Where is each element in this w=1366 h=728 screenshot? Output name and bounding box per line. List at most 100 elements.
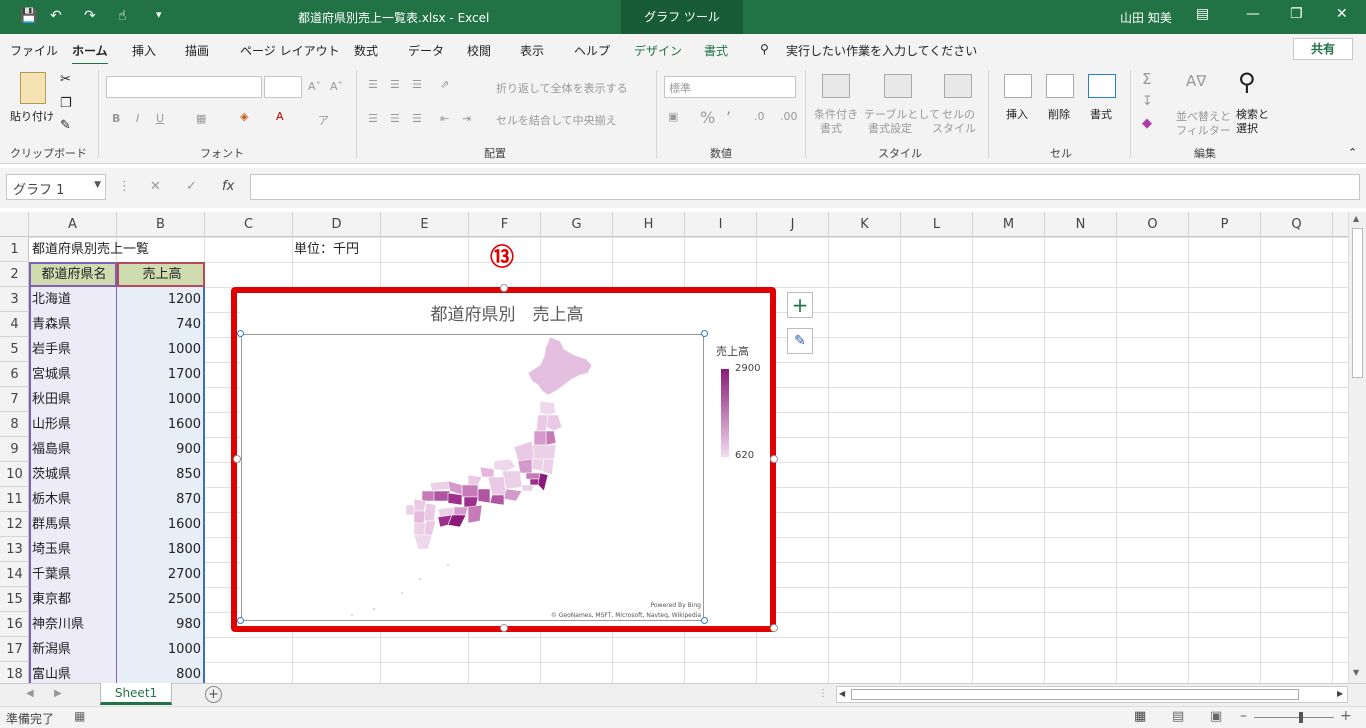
prefecture-cell[interactable]: 福島県 <box>29 437 116 462</box>
column-header[interactable]: P <box>1189 212 1261 237</box>
chart-styles-button[interactable]: ✎ <box>787 328 813 354</box>
insert-cells-icon[interactable] <box>1004 74 1032 98</box>
add-sheet-button[interactable]: + <box>205 686 222 703</box>
prefecture-cell[interactable]: 宮城県 <box>29 362 116 387</box>
align-left-icon[interactable]: ☰ <box>368 112 378 125</box>
shrink-font-icon[interactable]: Aˇ <box>330 80 343 93</box>
tab-data[interactable]: データ <box>408 42 444 59</box>
sales-cell[interactable]: 800 <box>117 662 204 683</box>
customize-qat-icon[interactable]: ▾ <box>156 8 162 21</box>
row-header[interactable]: 7 <box>0 387 29 412</box>
horizontal-scrollbar[interactable]: ◀ ▶ <box>836 686 1348 703</box>
phonetic-icon[interactable]: ア <box>318 112 329 128</box>
tab-home[interactable]: ホーム <box>72 42 108 65</box>
prefecture-cell[interactable]: 北海道 <box>29 287 116 312</box>
row-header[interactable]: 2 <box>0 262 29 287</box>
column-header[interactable]: I <box>685 212 757 237</box>
prefecture-cell[interactable]: 埼玉県 <box>29 537 116 562</box>
prefecture-cell[interactable]: 岩手県 <box>29 337 116 362</box>
tab-help[interactable]: ヘルプ <box>574 42 610 59</box>
tab-draw[interactable]: 描画 <box>185 42 209 59</box>
delete-cells-icon[interactable] <box>1046 74 1074 98</box>
paste-icon[interactable] <box>20 72 46 104</box>
row-header[interactable]: 4 <box>0 312 29 337</box>
copy-icon[interactable]: ❐ <box>60 96 72 111</box>
sales-cell[interactable]: 980 <box>117 612 204 637</box>
cell-styles-label-2[interactable]: スタイル <box>932 120 976 136</box>
scroll-left-icon[interactable]: ◀ <box>839 689 845 698</box>
sales-cell[interactable]: 1600 <box>117 412 204 437</box>
wrap-text-button[interactable]: 折り返して全体を表示する <box>496 80 628 96</box>
align-center-icon[interactable]: ☰ <box>390 112 400 125</box>
sheet-title-cell[interactable]: 都道府県別売上一覧 <box>29 237 209 262</box>
column-header[interactable]: A <box>29 212 117 237</box>
save-icon[interactable]: 💾 <box>20 8 37 24</box>
undo-icon[interactable]: ↶ <box>50 8 62 24</box>
column-header[interactable]: E <box>381 212 469 237</box>
sort-filter-label-2[interactable]: フィルター <box>1176 122 1231 138</box>
prefecture-cell[interactable]: 群馬県 <box>29 512 116 537</box>
grow-font-icon[interactable]: Aˆ <box>308 80 321 93</box>
prefecture-cell[interactable]: 神奈川県 <box>29 612 116 637</box>
scroll-thumb[interactable] <box>1352 228 1363 378</box>
column-header[interactable]: L <box>901 212 973 237</box>
column-header[interactable]: D <box>293 212 381 237</box>
sales-cell[interactable]: 1200 <box>117 287 204 312</box>
sales-cell[interactable]: 1800 <box>117 537 204 562</box>
collapse-ribbon-icon[interactable]: ⌃ <box>1348 146 1357 159</box>
sales-cell[interactable]: 2700 <box>117 562 204 587</box>
zoom-slider-thumb[interactable] <box>1299 712 1303 723</box>
prev-sheet-icon[interactable]: ◀ <box>26 688 34 699</box>
row-header[interactable]: 9 <box>0 437 29 462</box>
column-header[interactable]: M <box>973 212 1045 237</box>
decrease-indent-icon[interactable]: ⇤ <box>440 112 449 125</box>
tell-me-input[interactable]: 実行したい作業を入力してください <box>786 42 977 59</box>
prefecture-cell[interactable]: 東京都 <box>29 587 116 612</box>
autosum-icon[interactable]: Σ <box>1142 70 1151 88</box>
sales-cell[interactable]: 1600 <box>117 512 204 537</box>
prefecture-cell[interactable]: 栃木県 <box>29 487 116 512</box>
zoom-out-icon[interactable]: – <box>1240 708 1247 724</box>
conditional-format-label-2[interactable]: 書式 <box>820 120 842 136</box>
increase-indent-icon[interactable]: ⇥ <box>462 112 471 125</box>
column-header[interactable]: Q <box>1261 212 1333 237</box>
tab-view[interactable]: 表示 <box>520 42 544 59</box>
chart-resize-handle[interactable] <box>500 284 508 292</box>
sales-cell[interactable]: 1700 <box>117 362 204 387</box>
column-header[interactable]: B <box>117 212 205 237</box>
prefecture-cell[interactable]: 青森県 <box>29 312 116 337</box>
prefecture-cell[interactable]: 千葉県 <box>29 562 116 587</box>
italic-icon[interactable]: I <box>136 112 139 125</box>
sales-cell[interactable]: 740 <box>117 312 204 337</box>
insert-cells-label[interactable]: 挿入 <box>1006 106 1028 122</box>
prefecture-cell[interactable]: 新潟県 <box>29 637 116 662</box>
font-name-combo[interactable] <box>106 76 262 98</box>
sales-cell[interactable]: 850 <box>117 462 204 487</box>
row-header[interactable]: 17 <box>0 637 29 662</box>
cut-icon[interactable]: ✂ <box>60 72 71 87</box>
macro-record-icon[interactable]: ▦ <box>74 709 85 723</box>
tab-page-layout[interactable]: ページ レイアウト <box>240 42 340 59</box>
chart-elements-button[interactable]: + <box>787 292 813 318</box>
prefecture-cell[interactable]: 秋田県 <box>29 387 116 412</box>
next-sheet-icon[interactable]: ▶ <box>54 688 62 699</box>
column-header[interactable]: C <box>205 212 293 237</box>
column-header[interactable]: K <box>829 212 901 237</box>
fill-icon[interactable]: ↧ <box>1142 94 1153 109</box>
prefecture-cell[interactable]: 茨城県 <box>29 462 116 487</box>
sales-cell[interactable]: 1000 <box>117 387 204 412</box>
zoom-in-icon[interactable]: + <box>1340 708 1352 724</box>
chart-resize-handle[interactable] <box>770 624 778 632</box>
underline-icon[interactable]: U <box>156 112 164 125</box>
delete-cells-label[interactable]: 削除 <box>1048 106 1070 122</box>
chart-resize-handle[interactable] <box>770 455 778 463</box>
close-icon[interactable]: ✕ <box>1336 6 1348 22</box>
sort-filter-icon[interactable]: A∇ <box>1186 72 1206 90</box>
tab-review[interactable]: 校閲 <box>467 42 491 59</box>
border-icon[interactable]: ▦ <box>196 112 206 125</box>
row-header[interactable]: 14 <box>0 562 29 587</box>
row-header[interactable]: 8 <box>0 412 29 437</box>
chevron-down-icon[interactable]: ▼ <box>94 180 101 190</box>
chart-resize-handle[interactable] <box>500 624 508 632</box>
insert-function-icon[interactable]: fx <box>222 179 234 194</box>
